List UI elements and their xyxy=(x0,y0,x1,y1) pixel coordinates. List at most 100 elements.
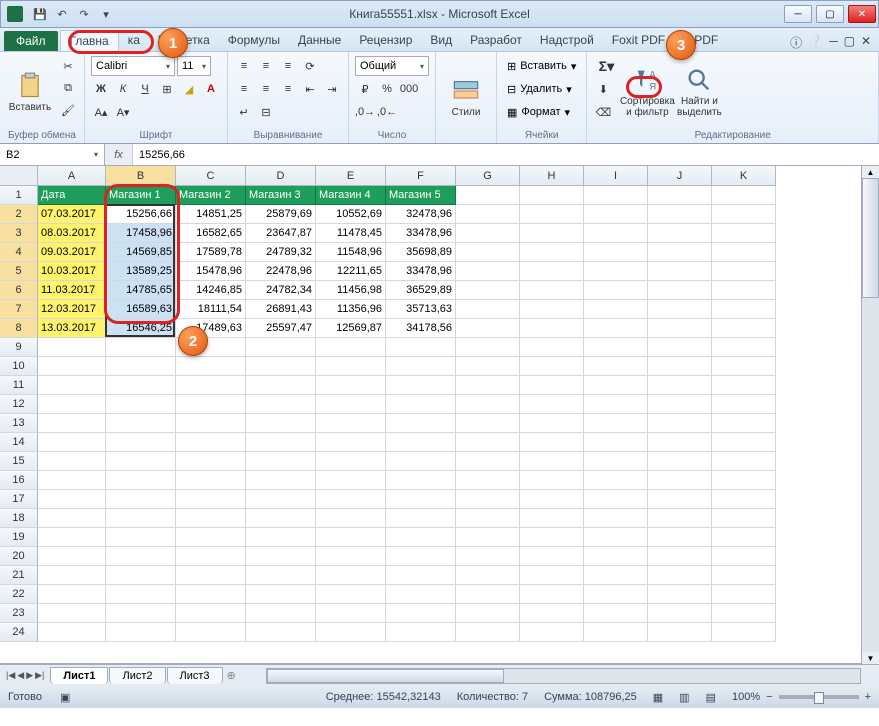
cell[interactable]: 16546,25 xyxy=(106,319,176,338)
cell[interactable] xyxy=(386,604,456,623)
cell[interactable] xyxy=(386,509,456,528)
cell[interactable] xyxy=(584,452,648,471)
cell[interactable] xyxy=(712,414,776,433)
cell[interactable] xyxy=(316,395,386,414)
cell[interactable] xyxy=(648,414,712,433)
format-cells-button[interactable]: ▦ Формат ▾ xyxy=(503,102,580,122)
row-header-18[interactable]: 18 xyxy=(0,509,38,528)
cell[interactable] xyxy=(648,262,712,281)
cell[interactable] xyxy=(386,585,456,604)
cell[interactable]: 11356,96 xyxy=(316,300,386,319)
cell[interactable] xyxy=(106,471,176,490)
row-header-22[interactable]: 22 xyxy=(0,585,38,604)
cell[interactable] xyxy=(106,490,176,509)
cell[interactable] xyxy=(520,471,584,490)
cell[interactable] xyxy=(648,319,712,338)
cell[interactable] xyxy=(520,395,584,414)
cell[interactable]: 15478,96 xyxy=(176,262,246,281)
cell[interactable] xyxy=(712,243,776,262)
percent-icon[interactable]: % xyxy=(377,79,397,99)
autosum-button[interactable]: Σ▾ xyxy=(593,56,619,76)
cell[interactable]: 35713,63 xyxy=(386,300,456,319)
cell[interactable] xyxy=(386,376,456,395)
file-tab[interactable]: Файл xyxy=(4,31,58,51)
cell[interactable] xyxy=(456,604,520,623)
cell[interactable]: 14785,65 xyxy=(106,281,176,300)
cell[interactable] xyxy=(520,205,584,224)
cell[interactable] xyxy=(648,528,712,547)
cell[interactable] xyxy=(712,205,776,224)
cell[interactable] xyxy=(712,395,776,414)
cell[interactable] xyxy=(316,338,386,357)
zoom-out-icon[interactable]: − xyxy=(766,691,772,703)
cell[interactable] xyxy=(520,490,584,509)
cell[interactable]: 26891,43 xyxy=(246,300,316,319)
cell[interactable] xyxy=(38,395,106,414)
cell[interactable] xyxy=(712,490,776,509)
cell[interactable] xyxy=(520,300,584,319)
cell[interactable]: 08.03.2017 xyxy=(38,224,106,243)
cell[interactable] xyxy=(456,224,520,243)
cell[interactable] xyxy=(246,338,316,357)
row-header-16[interactable]: 16 xyxy=(0,471,38,490)
col-header-D[interactable]: D xyxy=(246,166,316,186)
cell[interactable]: 16589,63 xyxy=(106,300,176,319)
cell[interactable] xyxy=(712,604,776,623)
cell[interactable] xyxy=(246,376,316,395)
cell[interactable] xyxy=(316,623,386,642)
worksheet-grid[interactable]: ABCDEFGHIJK 1234567891011121314151617181… xyxy=(0,166,879,664)
cell[interactable]: 35698,89 xyxy=(386,243,456,262)
row-header-17[interactable]: 17 xyxy=(0,490,38,509)
cell[interactable] xyxy=(456,585,520,604)
row-header-14[interactable]: 14 xyxy=(0,433,38,452)
row-header-6[interactable]: 6 xyxy=(0,281,38,300)
orientation-icon[interactable]: ⟳ xyxy=(300,56,320,76)
cell[interactable]: 25597,47 xyxy=(246,319,316,338)
italic-button[interactable]: К xyxy=(113,79,133,99)
cell[interactable] xyxy=(648,205,712,224)
cell[interactable]: 13.03.2017 xyxy=(38,319,106,338)
cell[interactable] xyxy=(520,186,584,205)
row-header-24[interactable]: 24 xyxy=(0,623,38,642)
new-sheet-icon[interactable]: ⊕ xyxy=(227,669,236,682)
cell[interactable] xyxy=(176,528,246,547)
cell[interactable] xyxy=(584,224,648,243)
cell[interactable] xyxy=(316,376,386,395)
row-header-2[interactable]: 2 xyxy=(0,205,38,224)
cell[interactable] xyxy=(176,585,246,604)
cell[interactable] xyxy=(648,604,712,623)
comma-icon[interactable]: 000 xyxy=(399,79,419,99)
col-header-E[interactable]: E xyxy=(316,166,386,186)
row-header-19[interactable]: 19 xyxy=(0,528,38,547)
cell[interactable] xyxy=(246,414,316,433)
cell[interactable] xyxy=(712,509,776,528)
cell[interactable] xyxy=(712,547,776,566)
cell[interactable] xyxy=(38,414,106,433)
cell[interactable] xyxy=(386,471,456,490)
cell[interactable]: 11456,98 xyxy=(316,281,386,300)
cell[interactable] xyxy=(38,433,106,452)
cell[interactable] xyxy=(176,509,246,528)
cell[interactable] xyxy=(106,452,176,471)
cell[interactable] xyxy=(456,414,520,433)
cell[interactable] xyxy=(106,566,176,585)
sheet-tab-0[interactable]: Лист1 xyxy=(50,667,108,684)
view-normal-icon[interactable]: ▦ xyxy=(653,691,663,704)
cell[interactable] xyxy=(316,604,386,623)
col-header-B[interactable]: B xyxy=(106,166,176,186)
ribbon-tab-6[interactable]: Вид xyxy=(421,30,461,51)
cell[interactable] xyxy=(386,433,456,452)
cell[interactable] xyxy=(520,224,584,243)
cell[interactable] xyxy=(176,414,246,433)
sort-filter-button[interactable]: АЯ Сортировка и фильтр xyxy=(623,56,671,128)
cell[interactable] xyxy=(456,623,520,642)
cell[interactable] xyxy=(456,243,520,262)
wrap-text-icon[interactable]: ↵ xyxy=(234,102,254,122)
cell[interactable] xyxy=(246,357,316,376)
row-header-4[interactable]: 4 xyxy=(0,243,38,262)
cell[interactable]: 33478,96 xyxy=(386,262,456,281)
cell[interactable] xyxy=(386,414,456,433)
cell[interactable] xyxy=(648,395,712,414)
cell[interactable] xyxy=(386,623,456,642)
cell[interactable] xyxy=(648,490,712,509)
